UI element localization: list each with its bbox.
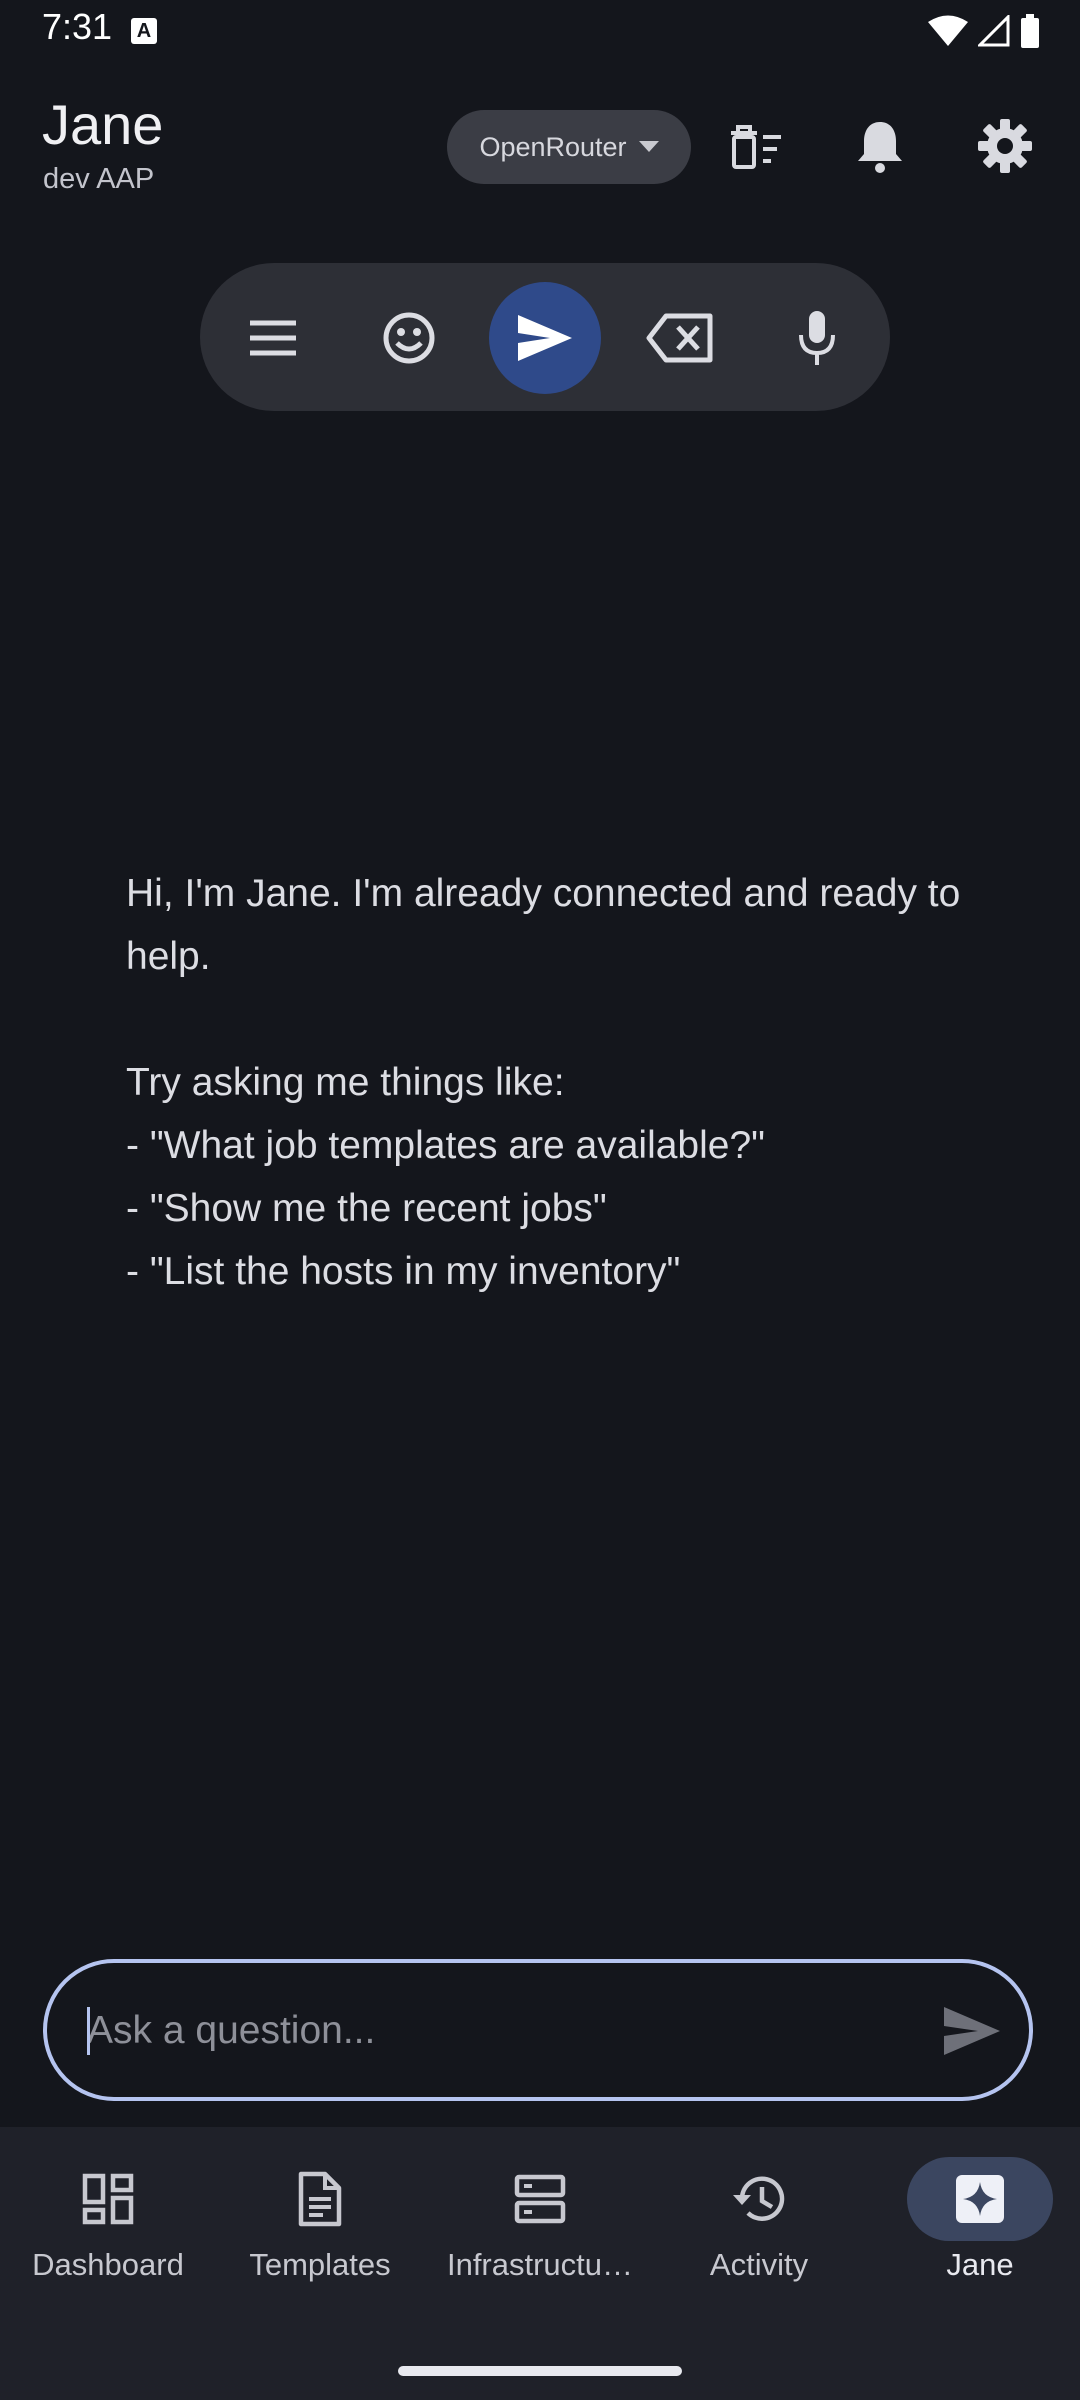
- document-icon: [298, 2171, 342, 2227]
- battery-icon: [1021, 14, 1039, 48]
- nav-label: Jane: [946, 2247, 1014, 2282]
- notification-icon: A: [131, 18, 157, 44]
- send-icon[interactable]: [489, 282, 601, 394]
- app-title: Jane: [42, 93, 164, 156]
- server-icon: [514, 2174, 566, 2224]
- question-input[interactable]: [85, 1963, 909, 2099]
- assistant-greeting: Hi, I'm Jane. I'm already connected and …: [126, 872, 961, 1293]
- history-icon: [733, 2176, 785, 2221]
- nav-label: Templates: [249, 2247, 391, 2282]
- dashboard-icon: [82, 2173, 134, 2225]
- bell-icon[interactable]: [848, 114, 912, 178]
- provider-label: OpenRouter: [479, 131, 627, 162]
- question-input-container: [43, 1959, 1033, 2101]
- wifi-icon: [928, 15, 968, 46]
- nav-label: Infrastructu…: [446, 2247, 634, 2282]
- dropdown-arrow-icon: [638, 141, 659, 152]
- emoji-icon[interactable]: [353, 282, 465, 394]
- status-bar: 7:31 A: [0, 0, 1080, 62]
- menu-icon[interactable]: [217, 282, 329, 394]
- nav-dashboard[interactable]: Dashboard: [0, 2157, 216, 2297]
- app-subtitle: dev AAP: [43, 163, 155, 195]
- nav-jane[interactable]: Jane: [872, 2157, 1080, 2297]
- text-caret: [87, 2007, 90, 2055]
- status-time: 7:31: [42, 6, 113, 47]
- status-icons: [928, 14, 1040, 48]
- send-button[interactable]: [937, 1996, 1007, 2066]
- clear-history-icon[interactable]: [722, 114, 786, 178]
- nav-activity[interactable]: Activity: [651, 2157, 867, 2297]
- nav-templates[interactable]: Templates: [212, 2157, 428, 2297]
- nav-label: Activity: [709, 2247, 809, 2282]
- bottom-navigation: Dashboard Templates Infrastructu… Activi…: [0, 2127, 1080, 2400]
- nav-infrastructure[interactable]: Infrastructu…: [432, 2157, 648, 2297]
- backspace-icon[interactable]: [624, 282, 736, 394]
- gesture-handle: [398, 2366, 682, 2376]
- mic-icon[interactable]: [761, 282, 873, 394]
- gear-icon[interactable]: [973, 114, 1037, 178]
- nav-label: Dashboard: [32, 2247, 184, 2282]
- provider-dropdown[interactable]: OpenRouter: [447, 110, 691, 184]
- input-toolbar: [200, 263, 890, 411]
- signal-icon: [978, 15, 1010, 47]
- sparkle-icon: [956, 2175, 1004, 2223]
